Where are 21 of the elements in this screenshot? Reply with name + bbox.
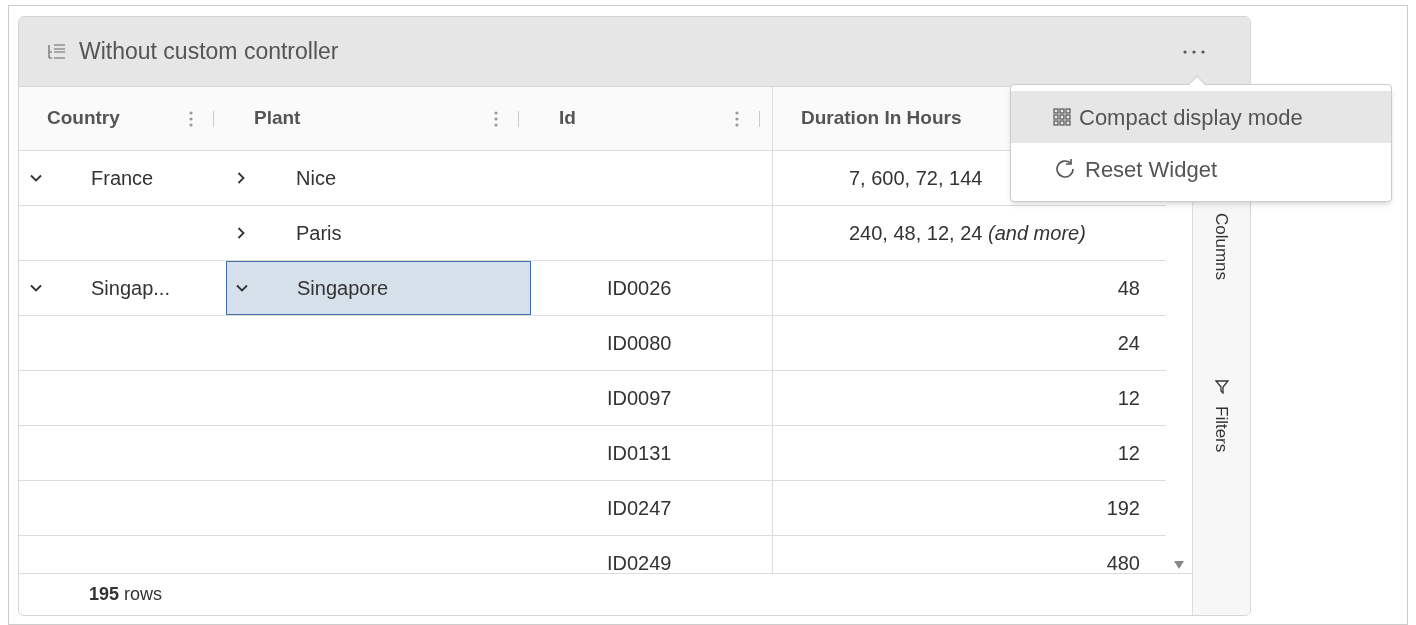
table-cell-text: ID0131 <box>607 441 672 466</box>
table-cell-text: 12 <box>1117 441 1140 466</box>
table-cell-text: ID0026 <box>607 276 672 301</box>
table-cell-text: Singapore <box>297 276 389 301</box>
table-cell-text: 480 <box>1106 551 1140 573</box>
table-cell-text: France <box>91 166 154 191</box>
table-cell-text: 12 <box>1117 386 1140 411</box>
table-cell-text: Paris <box>296 221 342 246</box>
table-cell-text: 240, 48, 12, 24 (and more) <box>849 221 1086 246</box>
table-cell-text: 48 <box>1117 276 1140 301</box>
table-cell-text: 192 <box>1106 496 1140 521</box>
table-cell-text: Singap... <box>91 276 170 301</box>
row-count: 195 rows <box>89 583 163 606</box>
table-cell-text: 24 <box>1117 331 1140 356</box>
table-cell-text: Nice <box>296 166 336 191</box>
table-cell-text: ID0097 <box>607 386 672 411</box>
widget-title: Without custom controller <box>79 37 339 67</box>
table-cell-text: ID0080 <box>607 331 672 356</box>
table-cell-text: 7, 600, 72, 144 <box>849 166 983 191</box>
table-cell-text: ID0249 <box>607 551 672 573</box>
table-cell-text: ID0247 <box>607 496 672 521</box>
